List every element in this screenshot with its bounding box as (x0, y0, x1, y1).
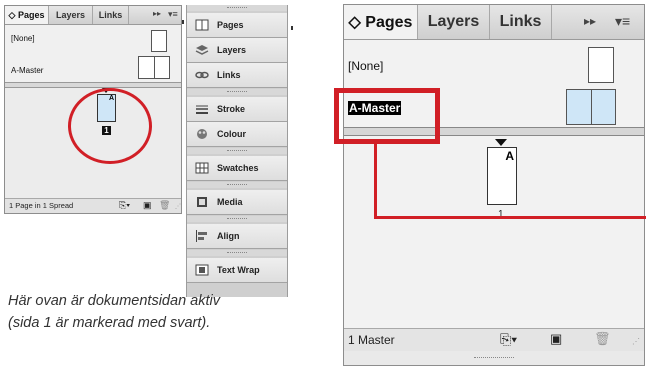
dock-grip[interactable] (187, 148, 287, 154)
caption-line-1: Här ovan är dokumentsidan aktiv (8, 293, 220, 309)
trash-icon[interactable]: 🗑 (594, 331, 611, 347)
tab-links[interactable]: Links (490, 5, 552, 39)
panel-item-align[interactable]: Align (187, 224, 287, 249)
panel-item-label: Pages (217, 20, 244, 30)
media-icon (195, 196, 209, 208)
new-page-icon[interactable]: ⎘▾ (119, 200, 130, 211)
highlight-circle (68, 88, 152, 164)
panel-item-label: Media (217, 197, 243, 207)
text-wrap-icon (195, 264, 209, 276)
pages-panel-large: ◇ Pages Layers Links ▸▸ ▾≡ [None] A-Mast… (334, 4, 646, 366)
pages-icon (195, 19, 209, 31)
panel-menu-icon[interactable]: ▾≡ (615, 13, 630, 30)
panel-item-label: Colour (217, 129, 246, 139)
pages-panel-small: ◇ Pages Layers Links ▸▸ ▾≡ [None] A-Mast… (4, 5, 182, 214)
highlight-leader-vertical (374, 144, 377, 219)
resize-grip-icon[interactable]: ⋰ (175, 203, 181, 210)
panel-item-media[interactable]: Media (187, 190, 287, 215)
master-a-thumbnail-selected[interactable] (566, 89, 616, 125)
stroke-icon (195, 103, 209, 115)
panel-item-text-wrap[interactable]: Text Wrap (187, 258, 287, 283)
panel-item-links[interactable]: Links (187, 63, 287, 88)
panel-item-label: Layers (217, 45, 247, 55)
master-none-label[interactable]: [None] (348, 59, 383, 73)
edge-mark (182, 20, 184, 24)
master-none-thumbnail[interactable] (588, 47, 614, 83)
new-page-icon[interactable]: ⎘▾ (500, 331, 517, 348)
links-icon (195, 69, 209, 81)
master-a-label[interactable]: A-Master (11, 66, 43, 75)
tab-pages[interactable]: ◇ Pages (344, 5, 418, 39)
panel-item-stroke[interactable]: Stroke (187, 97, 287, 122)
panel-item-label: Align (217, 231, 240, 241)
dock-grip[interactable] (187, 5, 287, 11)
status-text: 1 Master (348, 333, 395, 347)
tab-layers[interactable]: Layers (418, 5, 490, 39)
page-1-thumbnail[interactable]: A (487, 147, 517, 205)
colour-icon (195, 128, 209, 140)
align-icon (195, 230, 209, 242)
panel-item-label: Stroke (217, 104, 246, 114)
page-master-letter: A (505, 149, 514, 163)
tab-layers[interactable]: Layers (49, 6, 93, 24)
master-none-thumbnail[interactable] (151, 30, 167, 52)
dock-grip[interactable] (187, 250, 287, 256)
expand-panel-icon[interactable]: ▸▸ (153, 9, 161, 18)
expand-panel-icon[interactable]: ▸▸ (584, 14, 596, 28)
panel-item-colour[interactable]: Colour (187, 122, 287, 147)
caption-line-2: (sida 1 är markerad med svart). (8, 315, 211, 331)
master-a-thumbnail[interactable] (138, 56, 170, 79)
caption: Här ovan är dokumentsidan aktiv (sida 1 … (8, 290, 308, 334)
spread-marker-icon (495, 139, 507, 146)
status-text: 1 Page in 1 Spread (9, 201, 74, 210)
tab-links[interactable]: Links (93, 6, 129, 24)
pages-footer: 1 Master ⎘▾ ▣ 🗑 ⋰ (344, 328, 644, 351)
dock-grip[interactable] (187, 216, 287, 222)
create-page-icon[interactable]: ▣ (550, 331, 562, 347)
resize-grip-icon[interactable]: ⋰ (632, 337, 640, 346)
highlight-leader-horizontal (374, 216, 646, 219)
collapsed-panel-dock: Pages Layers Links Stroke Colour Swatche… (186, 5, 288, 297)
panel-item-swatches[interactable]: Swatches (187, 156, 287, 181)
panel-menu-icon[interactable]: ▾≡ (168, 9, 178, 20)
dock-grip[interactable] (187, 182, 287, 188)
create-page-icon[interactable]: ▣ (143, 200, 152, 211)
tab-pages[interactable]: ◇ Pages (5, 6, 49, 24)
edge-mark (291, 26, 293, 30)
panel-bottom-grip[interactable] (344, 351, 644, 365)
layers-icon (195, 44, 209, 56)
master-none-label[interactable]: [None] (11, 34, 35, 43)
panel-tab-bar: ◇ Pages Layers Links ▸▸ ▾≡ (344, 5, 644, 40)
panel-item-label: Swatches (217, 163, 259, 173)
panel-item-layers[interactable]: Layers (187, 38, 287, 63)
panel-item-label: Links (217, 70, 241, 80)
pages-footer: 1 Page in 1 Spread ⎘▾ ▣ 🗑 ⋰ (5, 198, 181, 213)
panel-item-pages[interactable]: Pages (187, 13, 287, 38)
panel-tab-bar: ◇ Pages Layers Links ▸▸ ▾≡ (5, 6, 181, 25)
swatches-icon (195, 162, 209, 174)
highlight-box (334, 88, 440, 144)
dock-grip[interactable] (187, 89, 287, 95)
panel-item-label: Text Wrap (217, 265, 260, 275)
trash-icon[interactable]: 🗑 (159, 200, 170, 211)
